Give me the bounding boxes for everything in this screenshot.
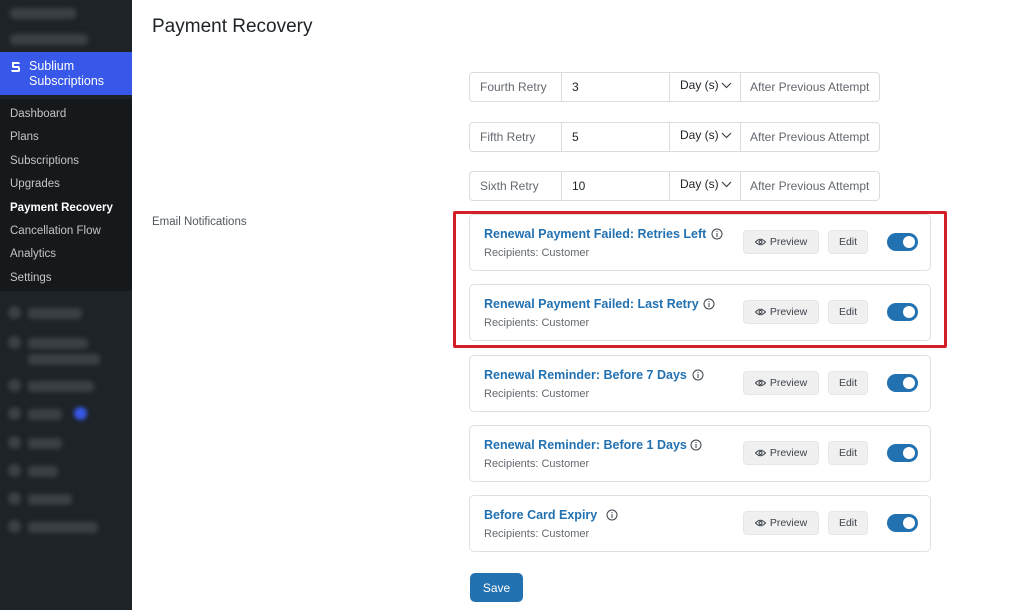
retry-label: Fifth Retry [470,123,562,151]
eye-icon [754,379,766,387]
email-enabled-toggle[interactable] [887,514,918,532]
email-enabled-toggle[interactable] [887,444,918,462]
retry-suffix: After Previous Attempt [750,130,870,144]
submenu-item-settings[interactable]: Settings [0,267,132,290]
retry-unit-value: Day (s) [680,177,719,191]
preview-button[interactable]: Preview [743,511,819,535]
email-recipients: Recipients: Customer [484,388,590,400]
submenu-item-analytics[interactable]: Analytics [0,243,132,266]
edit-button[interactable]: Edit [828,371,868,395]
retry-label: Fourth Retry [470,73,562,101]
sublium-logo-icon [11,62,20,72]
blurred-menu-item [28,409,62,420]
email-title[interactable]: Before Card Expiry [484,508,597,522]
toggle-knob [903,447,915,459]
info-icon[interactable] [690,439,702,451]
blurred-badge [74,407,87,420]
email-enabled-toggle[interactable] [887,374,918,392]
retry-row-sixth: Sixth Retry 10 Day (s) After Previous At… [469,171,880,201]
email-card-before-7-days: Renewal Reminder: Before 7 Days Recipien… [469,355,931,412]
email-card-before-1-days: Renewal Reminder: Before 1 Days Recipien… [469,425,931,482]
info-icon[interactable] [606,509,618,521]
email-card-before-card-expiry: Before Card Expiry Recipients: Customer … [469,495,931,552]
retry-unit-select[interactable]: Day (s) [670,123,741,151]
retry-unit-value: Day (s) [680,128,719,142]
blurred-menu-icon [8,306,21,319]
retry-days-input[interactable]: 10 [562,172,670,200]
retry-unit-select[interactable]: Day (s) [670,172,741,200]
preview-label: Preview [769,447,808,459]
blurred-menu-icon [8,520,21,533]
chevron-down-icon [721,132,732,139]
toggle-knob [903,517,915,529]
page-title: Payment Recovery [152,16,313,37]
blurred-menu-icon [8,407,21,420]
blurred-menu-icon [8,379,21,392]
blurred-menu-item [28,438,62,449]
email-recipients: Recipients: Customer [484,458,590,470]
submenu-item-plans[interactable]: Plans [0,126,132,149]
eye-icon [754,449,766,457]
chevron-down-icon [721,82,732,89]
sidebar-item-sublium-subscriptions[interactable]: Sublium Subscriptions [0,52,132,95]
blurred-menu-item [28,522,98,533]
blurred-menu-item [28,381,94,392]
submenu-item-upgrades[interactable]: Upgrades [0,173,132,196]
blurred-menu-item [28,354,100,365]
highlight-box [453,211,947,348]
blurred-menu-icon [8,464,21,477]
retry-unit-value: Day (s) [680,78,719,92]
retry-days-input[interactable]: 3 [562,73,670,101]
save-button[interactable]: Save [470,573,523,602]
email-notifications-label: Email Notifications [152,216,247,228]
edit-button[interactable]: Edit [828,441,868,465]
blurred-menu-item [10,34,88,45]
retry-row-fifth: Fifth Retry 5 Day (s) After Previous Att… [469,122,880,152]
submenu-item-dashboard[interactable]: Dashboard [0,103,132,126]
blurred-menu-item [28,494,72,505]
admin-sidebar: Sublium Subscriptions Dashboard Plans Su… [0,0,132,610]
submenu-item-payment-recovery[interactable]: Payment Recovery [0,197,132,220]
edit-button[interactable]: Edit [828,511,868,535]
retry-label: Sixth Retry [470,172,562,200]
blurred-menu-icon [8,436,21,449]
retry-unit-select[interactable]: Day (s) [670,73,741,101]
blurred-menu-item [10,8,76,19]
eye-icon [754,519,766,527]
plugin-submenu: Dashboard Plans Subscriptions Upgrades P… [0,99,132,291]
retry-suffix: After Previous Attempt [750,179,870,193]
preview-label: Preview [769,517,808,529]
email-title[interactable]: Renewal Reminder: Before 7 Days [484,368,687,382]
blurred-menu-item [28,338,88,349]
retry-suffix: After Previous Attempt [750,80,870,94]
submenu-item-subscriptions[interactable]: Subscriptions [0,150,132,173]
preview-label: Preview [769,377,808,389]
plugin-name: Sublium Subscriptions [29,59,105,88]
email-recipients: Recipients: Customer [484,528,590,540]
email-title[interactable]: Renewal Reminder: Before 1 Days [484,438,687,452]
retry-days-input[interactable]: 5 [562,123,670,151]
submenu-item-cancellation-flow[interactable]: Cancellation Flow [0,220,132,243]
preview-button[interactable]: Preview [743,371,819,395]
blurred-menu-item [28,308,82,319]
preview-button[interactable]: Preview [743,441,819,465]
blurred-menu-icon [8,492,21,505]
blurred-menu-icon [8,336,21,349]
toggle-knob [903,377,915,389]
blurred-menu-item [28,466,58,477]
info-icon[interactable] [692,369,704,381]
retry-row-fourth: Fourth Retry 3 Day (s) After Previous At… [469,72,880,102]
chevron-down-icon [721,181,732,188]
